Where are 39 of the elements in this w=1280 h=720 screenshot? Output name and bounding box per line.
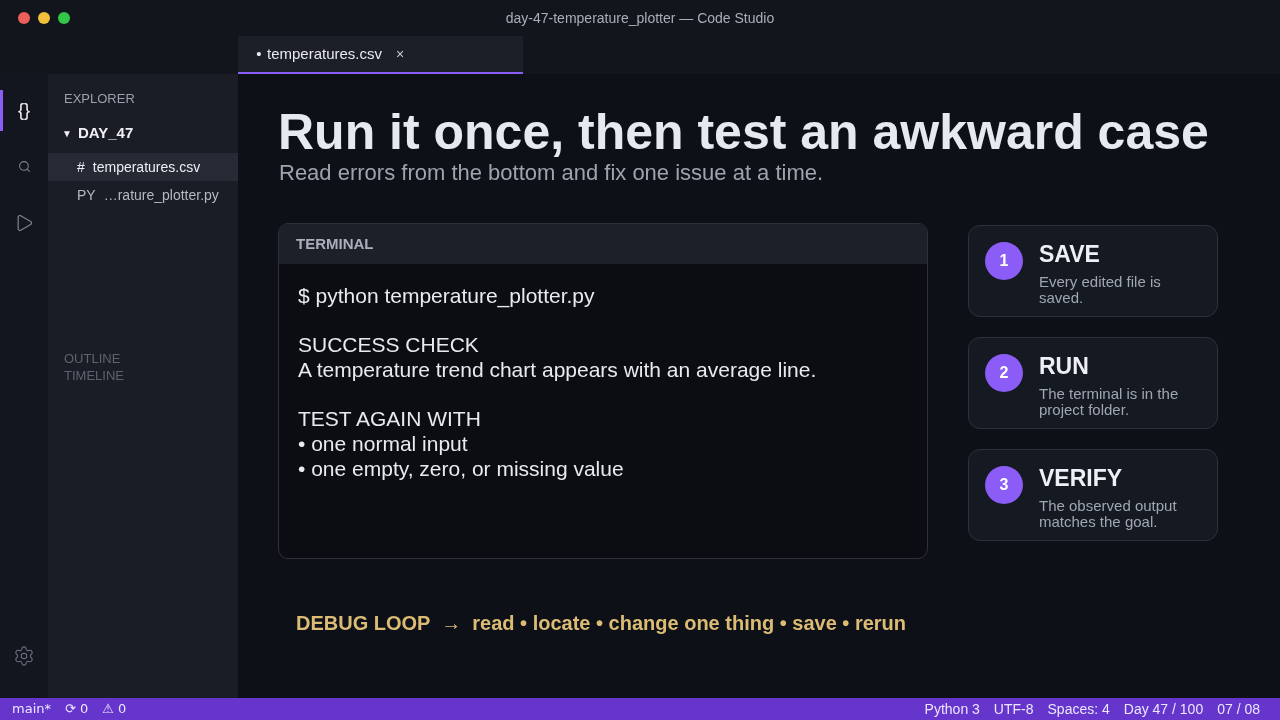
terminal-line: TEST AGAIN WITH: [298, 406, 481, 431]
file-item[interactable]: PY …rature_plotter.py: [48, 181, 238, 209]
step-title: RUN: [1039, 352, 1089, 380]
window-title: day-47-temperature_plotter — Code Studio: [505, 8, 775, 28]
step-title: VERIFY: [1039, 464, 1123, 492]
status-item[interactable]: main*: [12, 699, 51, 719]
close-window-icon[interactable]: [18, 12, 30, 24]
terminal-line: • one empty, zero, or missing value: [298, 456, 624, 481]
step-number: 1: [985, 242, 1023, 280]
minimize-window-icon[interactable]: [38, 12, 50, 24]
page-heading: Run it once, then test an awkward case: [278, 104, 1209, 160]
page-subtitle: Read errors from the bottom and fix one issue at a time.: [279, 160, 824, 186]
step-number: 2: [985, 354, 1023, 392]
search-icon: [17, 160, 31, 173]
terminal-title: TERMINAL: [296, 233, 374, 254]
status-item[interactable]: UTF-8: [993, 698, 1034, 720]
terminal-line: $ python temperature_plotter.py: [298, 283, 595, 308]
step-title: SAVE: [1039, 240, 1100, 268]
step-description: Every edited file is saved.: [1039, 274, 1162, 306]
status-item[interactable]: Spaces: 4: [1047, 698, 1110, 720]
status-item[interactable]: 07 / 08: [1217, 698, 1260, 720]
status-item[interactable]: ⟳ 0: [65, 699, 89, 719]
step-description: The terminal is in the project folder.: [1039, 386, 1180, 418]
status-item[interactable]: ⚠ 0: [102, 699, 127, 719]
file-item[interactable]: # temperatures.csv: [48, 153, 238, 181]
debug-loop-note: DEBUG LOOP → read • locate • change one thing • save • rerun: [296, 611, 906, 636]
status-item[interactable]: Python 3: [924, 698, 980, 720]
maximize-window-icon[interactable]: [58, 12, 70, 24]
step-description: The observed output matches the goal.: [1039, 498, 1178, 530]
close-button[interactable]: ×: [396, 43, 405, 65]
status-item[interactable]: Day 47 / 100: [1123, 698, 1204, 720]
settings-icon[interactable]: [13, 645, 35, 667]
editor-tab[interactable]: • temperatures.csv ×: [238, 36, 523, 74]
terminal-line: SUCCESS CHECK: [298, 332, 479, 357]
folder-item[interactable]: ▼ DAY_47: [62, 123, 134, 143]
explorer-title: EXPLORER: [64, 90, 135, 107]
terminal-line: A temperature trend chart appears with an average line.: [298, 357, 817, 382]
step-number: 3: [985, 466, 1023, 504]
terminal-line: • one normal input: [298, 431, 468, 456]
